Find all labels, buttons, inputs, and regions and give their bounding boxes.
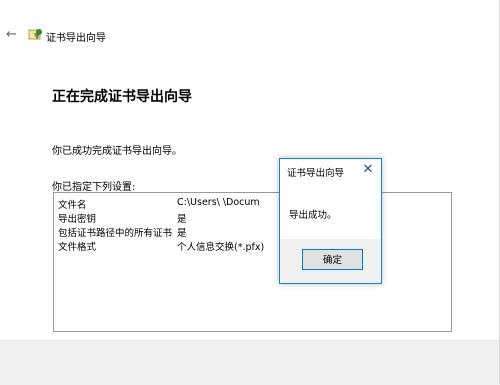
- dialog-footer: 确定: [280, 239, 381, 283]
- setting-key: 文件名: [58, 200, 87, 211]
- setting-value: 个人信息交换(*.pfx): [177, 242, 265, 253]
- wizard-header: ← 证书导出向导: [0, 0, 500, 60]
- dialog-titlebar[interactable]: 证书导出向导 ✕: [280, 159, 381, 183]
- settings-row: 导出密钥 是: [58, 211, 448, 225]
- setting-value: 是: [177, 214, 187, 225]
- close-icon[interactable]: ✕: [361, 163, 375, 177]
- setting-key: 导出密钥: [58, 214, 97, 225]
- settings-row: 包括证书路径中的所有证书 是: [58, 225, 448, 239]
- setting-value: C:\Users\ \Docum: [177, 197, 260, 208]
- certificate-icon: [28, 27, 44, 43]
- setting-key: 包括证书路径中的所有证书: [58, 228, 173, 239]
- settings-list[interactable]: 文件名 C:\Users\ \Docum 导出密钥 是 包括证书路径中的所有证书…: [53, 192, 452, 332]
- ok-button[interactable]: 确定: [302, 249, 363, 270]
- settings-label: 你已指定下列设置:: [52, 182, 136, 193]
- dialog-message: 导出成功。: [289, 210, 337, 221]
- setting-value: 是: [177, 228, 187, 239]
- settings-row: 文件名 C:\Users\ \Docum: [58, 197, 448, 211]
- dialog-title: 证书导出向导: [287, 168, 345, 179]
- dialog-body: 导出成功。: [280, 183, 381, 239]
- settings-row: 文件格式 个人信息交换(*.pfx): [58, 239, 448, 253]
- export-success-dialog: 证书导出向导 ✕ 导出成功。 确定: [279, 158, 382, 284]
- success-text: 你已成功完成证书导出向导。: [52, 146, 182, 157]
- page-heading: 正在完成证书导出向导: [52, 89, 192, 105]
- wizard-footer: [0, 340, 500, 385]
- wizard-title: 证书导出向导: [46, 33, 106, 44]
- back-arrow-icon[interactable]: ←: [6, 28, 20, 42]
- setting-key: 文件格式: [58, 242, 97, 253]
